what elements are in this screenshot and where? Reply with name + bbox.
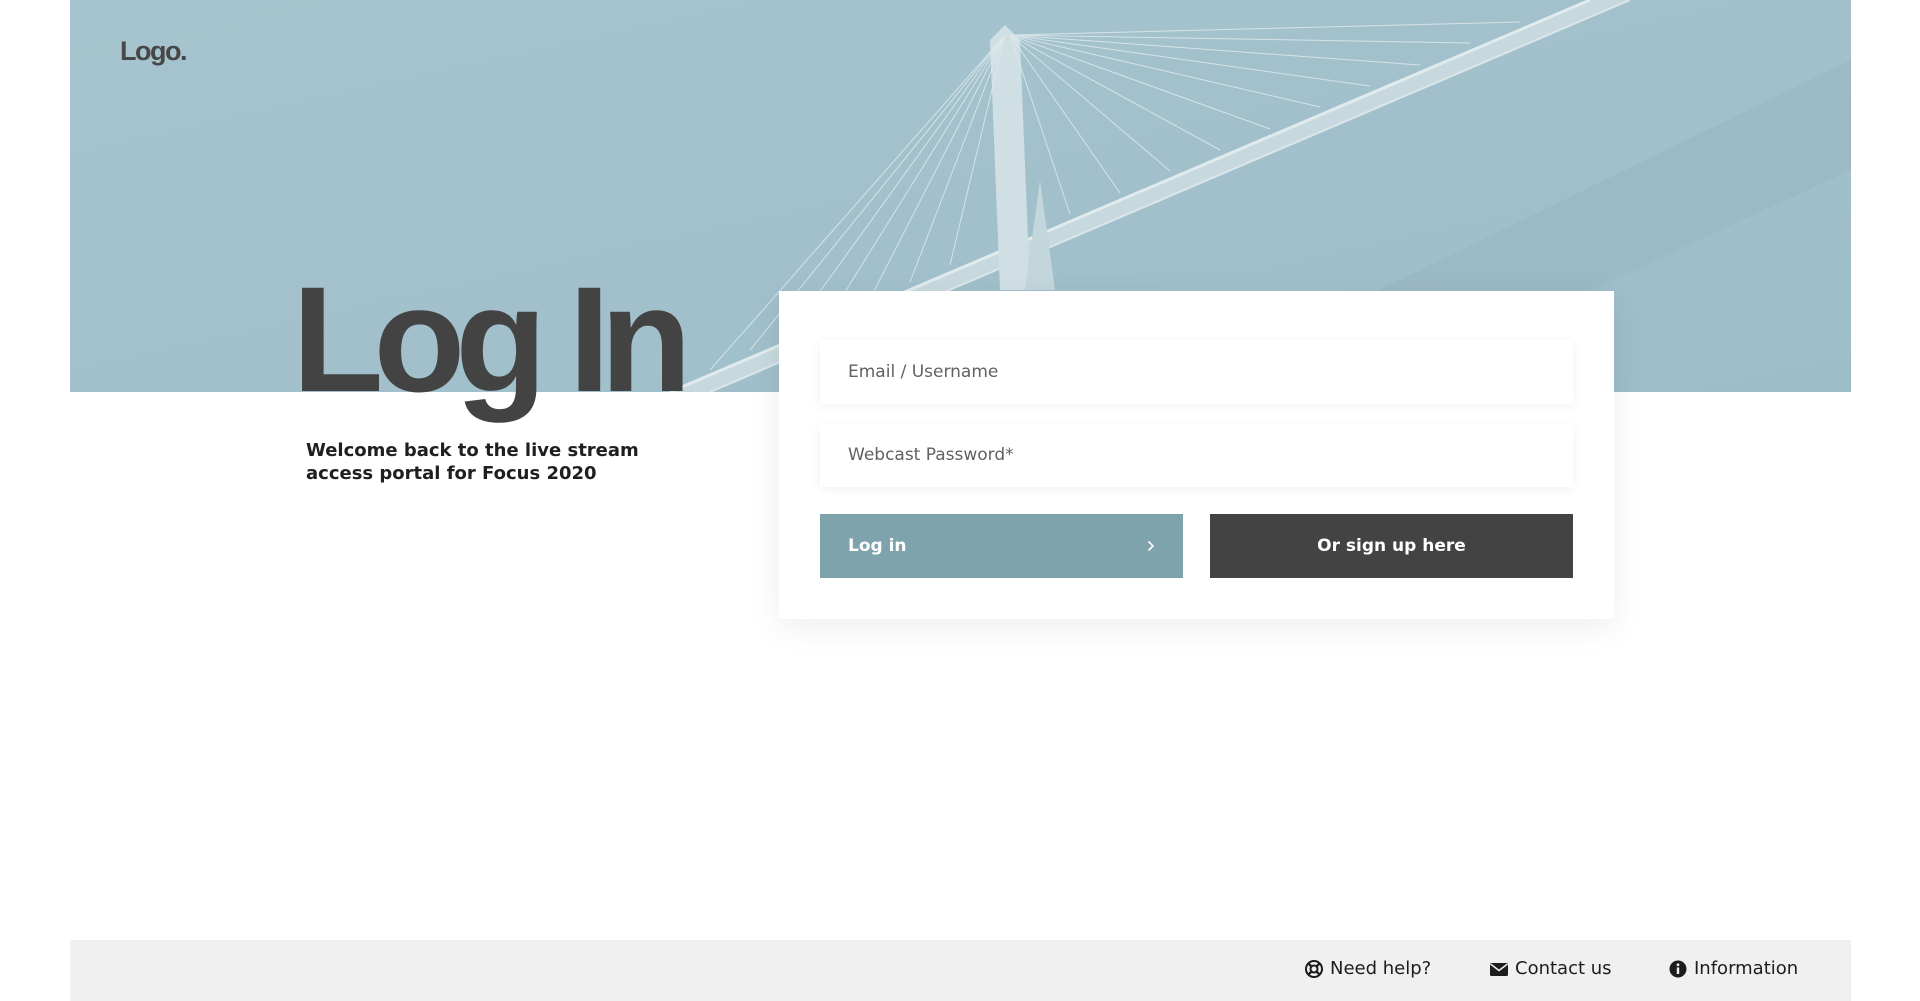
info-icon <box>1669 960 1687 977</box>
footer-link-help-label: Need help? <box>1330 958 1432 979</box>
footer-link-info[interactable]: Information <box>1668 958 1798 979</box>
life-ring-icon <box>1305 959 1323 978</box>
login-button-label: Log in <box>848 536 907 556</box>
logo[interactable]: Logo. <box>120 36 187 67</box>
chevron-right-icon <box>1147 540 1155 552</box>
page-title: Log In <box>292 255 692 423</box>
signup-button-label: Or sign up here <box>1317 536 1466 556</box>
subtitle-line-2: access portal for Focus 2020 <box>306 463 597 484</box>
password-field[interactable] <box>820 423 1573 487</box>
footer-link-help[interactable]: Need help? <box>1304 958 1431 979</box>
footer-link-contact-label: Contact us <box>1515 958 1612 979</box>
envelope-icon <box>1490 962 1508 976</box>
footer-link-contact[interactable]: Contact us <box>1489 958 1612 979</box>
login-card: Log in Or sign up here <box>779 291 1614 619</box>
email-field[interactable] <box>820 340 1573 404</box>
login-button[interactable]: Log in <box>820 514 1183 578</box>
welcome-subtitle: Welcome back to the live stream access p… <box>306 439 656 485</box>
signup-button[interactable]: Or sign up here <box>1210 514 1573 578</box>
footer: Need help? Contact us Information <box>70 940 1851 1001</box>
footer-link-info-label: Information <box>1694 958 1799 979</box>
subtitle-line-1: Welcome back to the live stream <box>306 440 639 461</box>
